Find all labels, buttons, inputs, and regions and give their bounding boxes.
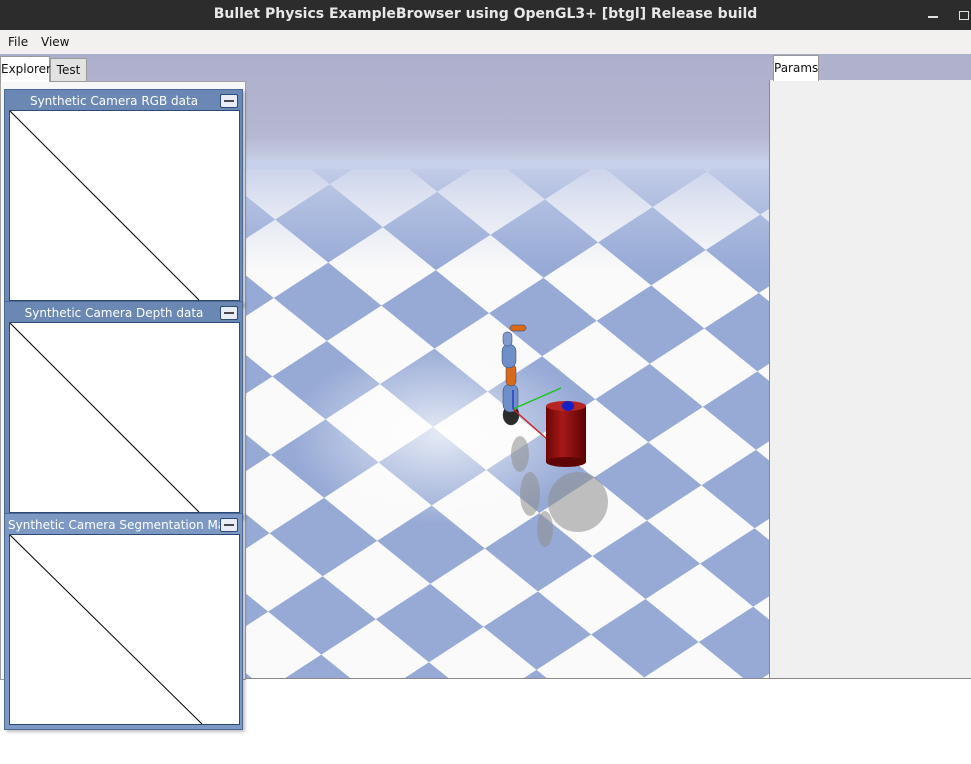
window-title: Bullet Physics ExampleBrowser using Open… [213,6,758,22]
maximize-icon[interactable] [957,8,971,22]
empty-image-icon [10,323,200,512]
camera-window-title: Synthetic Camera RGB data [29,94,199,108]
tab-params[interactable]: Params [773,55,819,81]
tab-explorer[interactable]: Explorer [0,56,51,82]
tab-test[interactable]: Test [50,58,87,82]
minimize-icon[interactable] [220,518,238,532]
window-titlebar: Bullet Physics ExampleBrowser using Open… [0,0,971,30]
minimize-icon[interactable] [926,8,940,22]
empty-image-icon [10,111,200,300]
minimize-icon[interactable] [220,94,238,108]
camera-image-segmentation [9,534,240,725]
minimize-icon[interactable] [220,306,238,320]
menu-file[interactable]: File [6,30,30,54]
camera-window-rgb[interactable]: Synthetic Camera RGB data [4,89,243,306]
menu-view[interactable]: View [39,30,71,54]
camera-image-depth [9,322,240,513]
params-tabbar [818,55,971,80]
camera-window-depth[interactable]: Synthetic Camera Depth data [4,301,243,518]
camera-window-segmentation[interactable]: Synthetic Camera Segmentation Mask [4,513,243,730]
camera-window-title: Synthetic Camera Segmentation Mask [8,518,220,532]
params-panel [769,80,971,678]
red-cylinder [546,401,586,467]
empty-image-icon [10,535,203,724]
camera-window-title: Synthetic Camera Depth data [24,306,204,320]
camera-image-rgb [9,110,240,301]
menu-bar: File View [0,30,971,55]
